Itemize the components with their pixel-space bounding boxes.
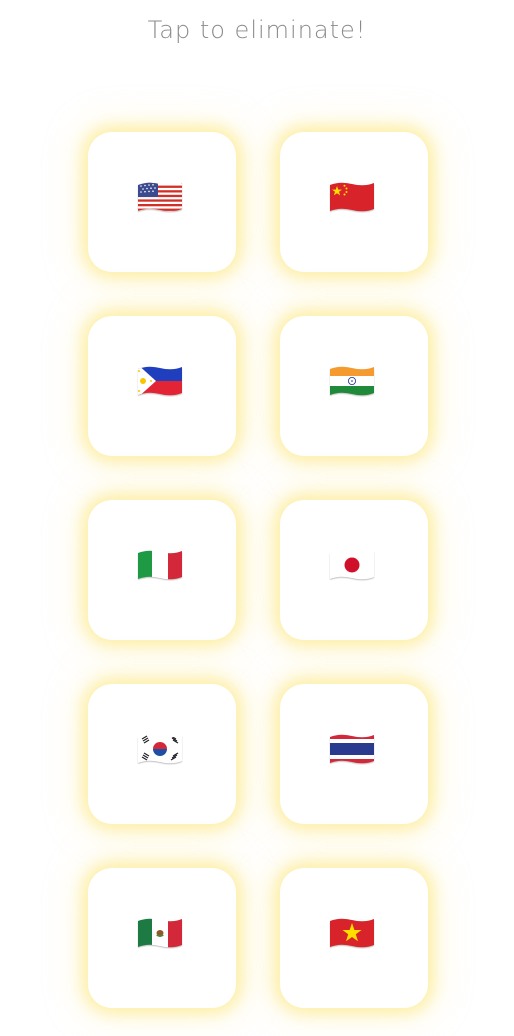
flag-card-jp[interactable] xyxy=(280,500,428,640)
flag-card-cn[interactable] xyxy=(280,132,428,272)
flag-card-us[interactable] xyxy=(88,132,236,272)
ph-flag-icon xyxy=(136,363,184,399)
it-flag-icon xyxy=(136,547,184,583)
flag-card-mx[interactable] xyxy=(88,868,236,1008)
us-flag-icon xyxy=(136,179,184,215)
kr-flag-icon xyxy=(136,731,184,767)
flag-card-kr[interactable] xyxy=(88,684,236,824)
page-title: Tap to eliminate! xyxy=(147,16,367,44)
in-flag-icon xyxy=(328,363,376,399)
jp-flag-icon xyxy=(328,547,376,583)
th-flag-icon xyxy=(328,731,376,767)
flag-card-it[interactable] xyxy=(88,500,236,640)
flag-card-th[interactable] xyxy=(280,684,428,824)
mx-flag-icon xyxy=(136,915,184,951)
flag-card-in[interactable] xyxy=(280,316,428,456)
vn-flag-icon xyxy=(328,915,376,951)
flag-card-ph[interactable] xyxy=(88,316,236,456)
cn-flag-icon xyxy=(328,179,376,215)
flag-card-vn[interactable] xyxy=(280,868,428,1008)
